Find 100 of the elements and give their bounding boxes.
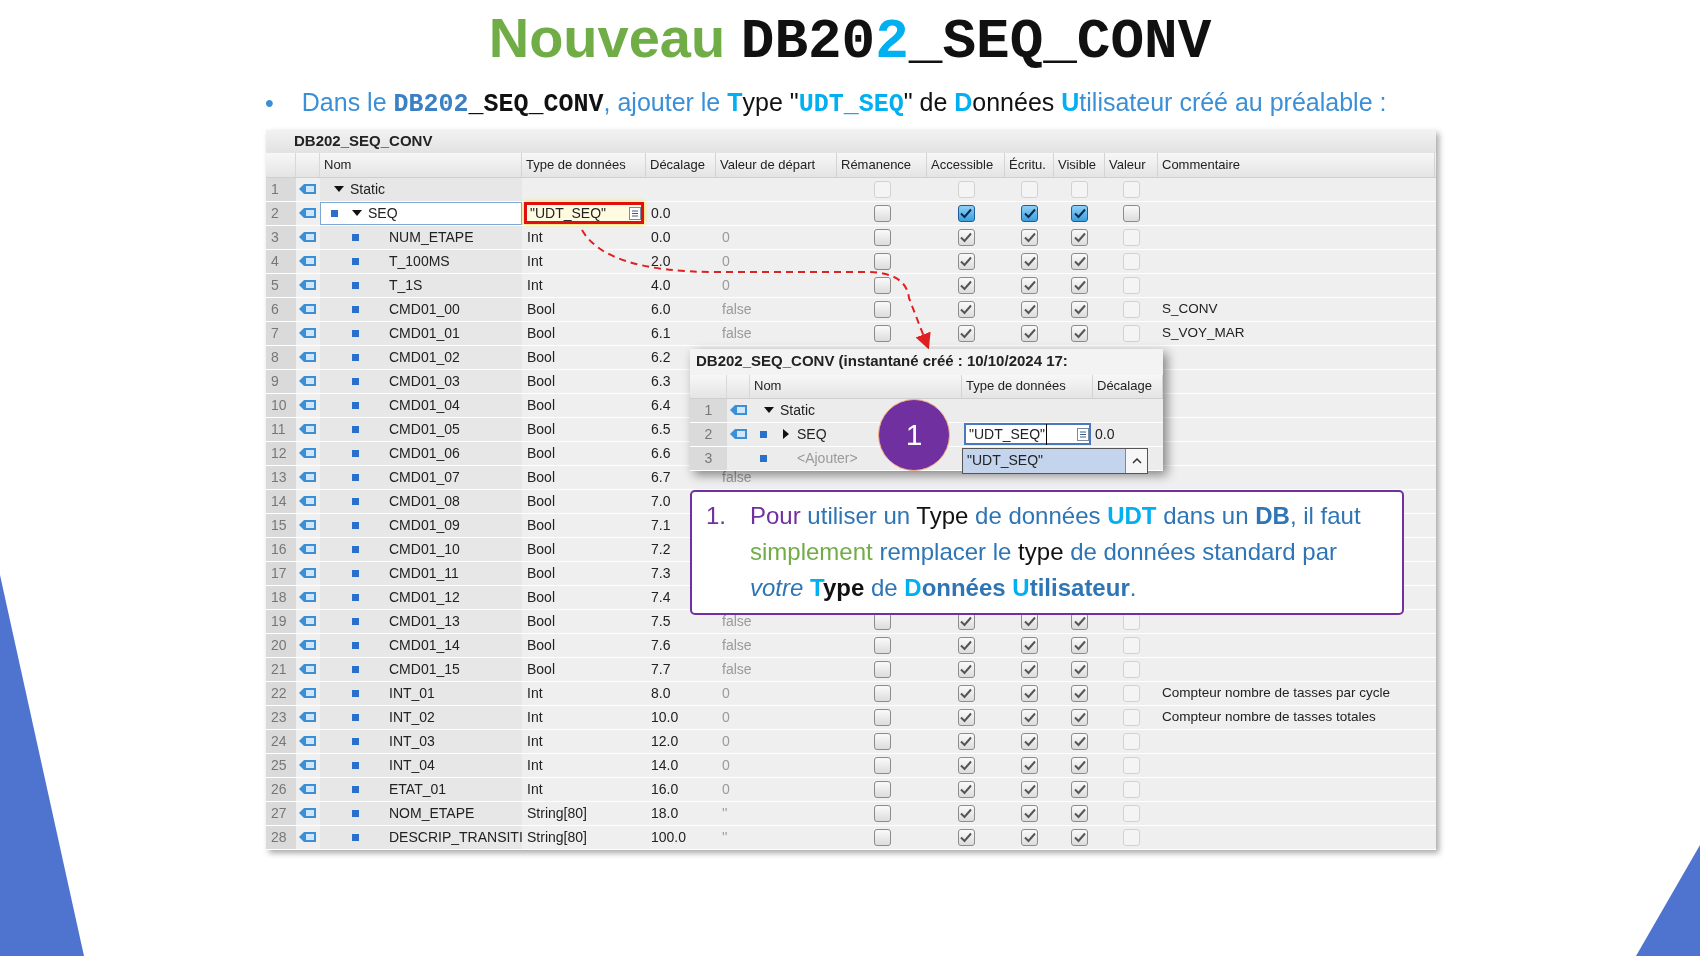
checkbox[interactable] <box>873 276 891 294</box>
list-icon[interactable] <box>629 206 641 220</box>
data-type: Bool <box>526 563 556 583</box>
column-header[interactable]: Valeur <box>1105 152 1158 177</box>
checkbox[interactable] <box>957 228 975 246</box>
checkbox[interactable] <box>873 828 891 846</box>
checkbox[interactable] <box>957 804 975 822</box>
checkbox[interactable] <box>1071 780 1088 798</box>
column-header[interactable]: Type de données <box>522 152 646 177</box>
checkbox[interactable] <box>1071 828 1088 846</box>
expand-triangle-icon[interactable] <box>352 208 362 218</box>
member-icon <box>352 473 359 481</box>
row-number: 23 <box>266 705 296 729</box>
checkbox[interactable] <box>1021 660 1038 678</box>
column-header[interactable]: Nom <box>750 374 962 398</box>
checkbox[interactable] <box>957 204 975 222</box>
column-header[interactable]: Décalage <box>1093 374 1163 398</box>
checkbox[interactable] <box>1071 636 1088 654</box>
column-header[interactable]: Décalage <box>646 152 716 177</box>
checkbox[interactable] <box>957 252 975 270</box>
collapse-triangle-icon[interactable] <box>781 429 791 439</box>
checkbox[interactable] <box>957 636 975 654</box>
checkbox[interactable] <box>1071 756 1088 774</box>
checkbox[interactable] <box>873 636 891 654</box>
checkbox[interactable] <box>873 804 891 822</box>
column-header[interactable]: Valeur de départ <box>716 152 837 177</box>
member-icon <box>352 305 359 313</box>
checkbox[interactable] <box>1021 780 1038 798</box>
checkbox[interactable] <box>957 324 975 342</box>
checkbox[interactable] <box>873 204 891 222</box>
checkbox[interactable] <box>873 300 891 318</box>
checkbox[interactable] <box>957 684 975 702</box>
checkbox[interactable] <box>1021 252 1038 270</box>
row-number: 19 <box>266 609 296 633</box>
variable-icon <box>299 375 317 387</box>
row-number: 3 <box>266 225 296 249</box>
row-number: 24 <box>266 729 296 753</box>
data-type-field[interactable]: "UDT_SEQ" <box>524 202 644 224</box>
checkbox[interactable] <box>1021 756 1038 774</box>
checkbox[interactable] <box>873 252 891 270</box>
column-header[interactable]: Accessible <box>927 152 1005 177</box>
checkbox[interactable] <box>1021 828 1038 846</box>
checkbox[interactable] <box>1071 276 1088 294</box>
checkbox[interactable] <box>873 324 891 342</box>
checkbox[interactable] <box>1021 300 1038 318</box>
checkbox[interactable] <box>1071 684 1088 702</box>
checkbox[interactable] <box>1071 660 1088 678</box>
checkbox[interactable] <box>873 228 891 246</box>
checkbox[interactable] <box>873 660 891 678</box>
checkbox[interactable] <box>1071 204 1088 222</box>
callout-text: Pour utiliser un Type de données UDT dans un DB, il faut simplement remplacer le type de données standard par votre Type de Données Utilisateur. <box>750 500 1362 603</box>
column-header[interactable]: Visible <box>1054 152 1105 177</box>
expand-triangle-icon[interactable] <box>764 405 774 415</box>
checkbox[interactable] <box>873 684 891 702</box>
checkbox[interactable] <box>1071 324 1088 342</box>
checkbox[interactable] <box>1071 708 1088 726</box>
checkbox[interactable] <box>1123 204 1140 222</box>
checkbox[interactable] <box>957 276 975 294</box>
list-icon[interactable] <box>1077 427 1089 441</box>
checkbox[interactable] <box>1071 228 1088 246</box>
column-header[interactable]: Écritu. <box>1005 152 1054 177</box>
checkbox[interactable] <box>1021 636 1038 654</box>
checkbox[interactable] <box>873 756 891 774</box>
checkbox[interactable] <box>1071 732 1088 750</box>
column-header[interactable]: Commentaire <box>1158 152 1435 177</box>
checkbox[interactable] <box>1071 252 1088 270</box>
checkbox[interactable] <box>957 828 975 846</box>
checkbox[interactable] <box>957 732 975 750</box>
column-header[interactable]: Rémanence <box>837 152 927 177</box>
checkbox[interactable] <box>957 708 975 726</box>
data-type: Int <box>526 227 543 247</box>
checkbox[interactable] <box>1021 228 1038 246</box>
checkbox[interactable] <box>873 708 891 726</box>
checkbox[interactable] <box>1021 276 1038 294</box>
checkbox[interactable] <box>1021 708 1038 726</box>
dropdown-option[interactable]: "UDT_SEQ" <box>963 448 1125 473</box>
member-icon <box>352 689 359 697</box>
checkbox[interactable] <box>1021 732 1038 750</box>
data-type-field[interactable]: "UDT_SEQ" <box>964 423 1091 445</box>
column-header[interactable]: Nom <box>320 152 522 177</box>
variable-icon <box>299 807 317 819</box>
checkbox[interactable] <box>1021 684 1038 702</box>
column-header[interactable]: Type de données <box>962 374 1093 398</box>
checkbox[interactable] <box>1021 804 1038 822</box>
checkbox[interactable] <box>1021 324 1038 342</box>
instruction-text: Dans le DB202_SEQ_CONV, ajouter le Type "UDT_SEQ" de Données Utilisateur créé au préalable : <box>301 87 1387 121</box>
slide-title: Nouveau DB202_SEQ_CONV <box>488 5 1212 76</box>
checkbox[interactable] <box>957 300 975 318</box>
checkbox[interactable] <box>957 780 975 798</box>
checkbox[interactable] <box>1021 204 1038 222</box>
checkbox[interactable] <box>1071 300 1088 318</box>
row-number: 17 <box>266 561 296 585</box>
row-number: 5 <box>266 273 296 297</box>
expand-triangle-icon[interactable] <box>334 184 344 194</box>
checkbox[interactable] <box>1071 804 1088 822</box>
checkbox[interactable] <box>873 780 891 798</box>
checkbox[interactable] <box>873 732 891 750</box>
variable-name: NUM_ETAPE <box>389 227 474 247</box>
checkbox[interactable] <box>957 660 975 678</box>
checkbox[interactable] <box>957 756 975 774</box>
